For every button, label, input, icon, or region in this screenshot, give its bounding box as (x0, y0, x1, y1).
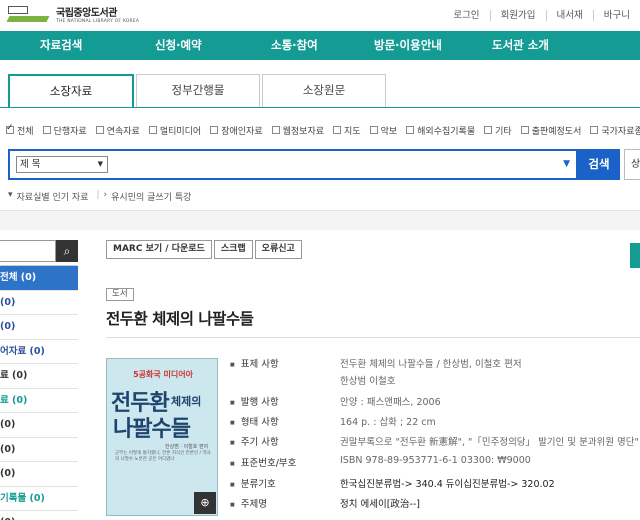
sidebar-item[interactable]: (0) (0, 511, 78, 520)
filter-accessible[interactable]: 장애인자료 (210, 123, 263, 137)
sidebar-item[interactable]: 료 (0) (0, 364, 78, 389)
zoom-icon[interactable]: ⊕ (194, 492, 216, 514)
detail-search-button[interactable]: 상 (624, 149, 640, 180)
basket-link[interactable]: 바구니 (592, 10, 640, 21)
sidebar-item[interactable]: 기록물 (0) (0, 487, 78, 511)
tab-gov-publications[interactable]: 정부간행물 (136, 74, 260, 107)
checkbox-icon[interactable] (148, 126, 157, 134)
sidebar-search-input[interactable] (0, 240, 56, 262)
divider-band (0, 210, 640, 230)
filter-overseas[interactable]: 해외수집기록물 (406, 123, 475, 137)
search-input[interactable]: 제 목 ▼ ▼ (8, 149, 578, 180)
report-error-button[interactable]: 오류신고 (254, 240, 302, 259)
checkbox-icon[interactable] (95, 126, 104, 134)
tabs-underline (0, 107, 640, 108)
filter-books[interactable]: 단행자료 (42, 123, 87, 137)
sidebar-item[interactable]: (0) (0, 291, 78, 315)
nav-item-community[interactable]: 소통·참여 (271, 31, 318, 60)
link-recommended[interactable]: 유시민의 글쓰기 특강 (111, 190, 191, 203)
my-library-link[interactable]: 내서재 (545, 10, 593, 21)
checkbox-icon[interactable] (484, 126, 493, 134)
utility-links: 로그인 회원가입 내서재 바구니 (443, 10, 640, 21)
link-popular[interactable]: 자료실별 인기 자료 (17, 190, 89, 203)
filter-all[interactable]: 전체 (6, 123, 34, 137)
checkbox-icon[interactable] (210, 126, 219, 134)
sidebar-category-list: 전체 (0) (0) (0) 어자료 (0) 료 (0) 료 (0) (0) (… (0, 265, 78, 520)
checkbox-icon[interactable] (520, 126, 529, 134)
sidebar-item[interactable]: (0) (0, 413, 78, 438)
filter-maps[interactable]: 지도 (333, 123, 361, 137)
sidebar: ⌕ 전체 (0) (0) (0) 어자료 (0) 료 (0) 료 (0) (0)… (0, 240, 78, 520)
logo-mark-icon (6, 4, 50, 24)
checkbox-icon[interactable] (42, 126, 51, 134)
checkbox-icon[interactable] (590, 126, 599, 134)
checkbox-icon[interactable] (6, 123, 14, 134)
tab-original-texts[interactable]: 소장원문 (262, 74, 386, 107)
logo-english: THE NATIONAL LIBRARY OF KOREA (56, 19, 140, 24)
chevron-right-icon: › (103, 190, 108, 200)
checkbox-icon[interactable] (406, 126, 415, 134)
top-bar: 국립중앙도서관 THE NATIONAL LIBRARY OF KOREA 로그… (0, 0, 640, 30)
filter-forthcoming[interactable]: 출판예정도서 (520, 123, 581, 137)
dropdown-arrow-icon: ▼ (97, 160, 103, 168)
search-icon[interactable]: ⌕ (56, 240, 78, 262)
record-actions: MARC 보기 / 다운로드 스크랩 오류신고 (106, 240, 304, 259)
filter-union-catalog[interactable]: 국가자료종합목록 (590, 123, 640, 137)
quick-links: ▾ 자료실별 인기 자료 | › 유시민의 글쓰기 특강 (8, 190, 192, 203)
filter-serials[interactable]: 연속자료 (95, 123, 140, 137)
library-logo[interactable]: 국립중앙도서관 THE NATIONAL LIBRARY OF KOREA (6, 4, 140, 24)
checkbox-icon[interactable] (369, 126, 378, 134)
sidebar-item[interactable]: (0) (0, 315, 78, 340)
record-title: 전두환 체제의 나팔수들 (106, 310, 254, 328)
search-button[interactable]: 검색 (578, 149, 620, 180)
title-divider (106, 337, 640, 338)
scrap-button[interactable]: 스크랩 (213, 240, 253, 259)
login-link[interactable]: 로그인 (443, 10, 489, 21)
logo-korean: 국립중앙도서관 (56, 8, 117, 19)
nav-item-visit[interactable]: 방문·이용안내 (374, 31, 442, 60)
sidebar-item[interactable]: (0) (0, 462, 78, 487)
filter-etc[interactable]: 기타 (484, 123, 512, 137)
nav-item-about[interactable]: 도서관 소개 (492, 31, 549, 60)
nav-item-apply[interactable]: 신청·예약 (155, 31, 202, 60)
filter-web[interactable]: 웹정보자료 (271, 123, 324, 137)
sidebar-item[interactable]: 어자료 (0) (0, 340, 78, 364)
filter-scores[interactable]: 악보 (369, 123, 397, 137)
search-area: 소장자료 정부간행물 소장원문 전체 단행자료 연속자료 멀티미디어 장애인자료… (0, 60, 640, 210)
sidebar-item[interactable]: 전체 (0) (0, 266, 78, 291)
sidebar-search: ⌕ (0, 240, 78, 262)
main-nav: 자료검색 신청·예약 소통·참여 방문·이용안내 도서관 소개 (0, 31, 640, 60)
triangle-icon: ▾ (8, 190, 13, 200)
sidebar-item[interactable]: (0) (0, 438, 78, 462)
nav-item-search[interactable]: 자료검색 (40, 31, 82, 60)
checkbox-icon[interactable] (271, 126, 280, 134)
filter-multimedia[interactable]: 멀티미디어 (148, 123, 201, 137)
material-filters: 전체 단행자료 연속자료 멀티미디어 장애인자료 웹정보자료 지도 악보 해외수… (6, 123, 640, 137)
expand-arrow-icon[interactable]: ▼ (563, 159, 570, 169)
search-tabs: 소장자료 정부간행물 소장원문 (0, 74, 640, 108)
checkbox-icon[interactable] (333, 126, 342, 134)
marc-download-button[interactable]: MARC 보기 / 다운로드 (106, 240, 212, 259)
tab-holdings[interactable]: 소장자료 (8, 74, 134, 108)
field-select[interactable]: 제 목 ▼ (16, 156, 108, 173)
material-type-badge: 도서 (106, 288, 134, 301)
signup-link[interactable]: 회원가입 (489, 10, 546, 21)
side-tab-marker[interactable] (630, 243, 640, 268)
sidebar-item[interactable]: 료 (0) (0, 389, 78, 413)
